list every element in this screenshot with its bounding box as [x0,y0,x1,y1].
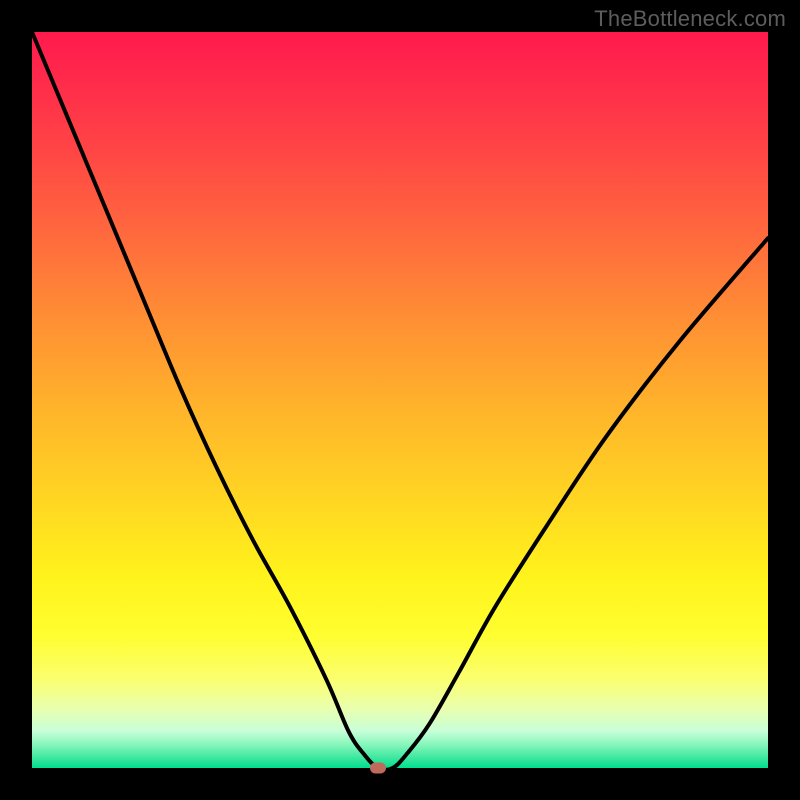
bottleneck-curve [32,32,768,768]
optimum-marker [370,763,386,774]
plot-area [32,32,768,768]
curve-path [32,32,768,770]
watermark-text: TheBottleneck.com [594,6,786,32]
chart-frame: TheBottleneck.com [0,0,800,800]
